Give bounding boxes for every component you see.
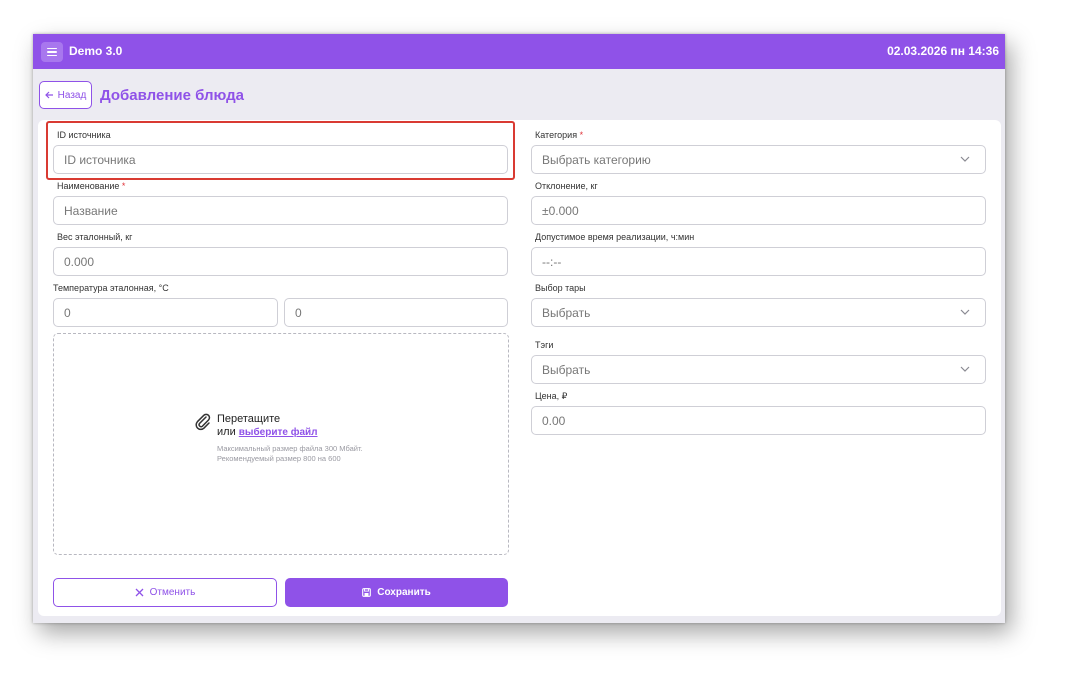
save-button-label: Сохранить: [377, 587, 431, 598]
paperclip-icon: [195, 413, 211, 431]
tags-select-value: Выбрать: [542, 362, 591, 377]
category-select[interactable]: Выбрать категорию: [531, 145, 986, 174]
temperature-min-input[interactable]: 0: [53, 298, 278, 327]
datetime: 02.03.2026 пн 14:36: [887, 44, 999, 58]
upload-title: Перетащите: [217, 413, 281, 425]
top-bar: Demo 3.0 02.03.2026 пн 14:36: [33, 34, 1005, 69]
page-title: Добавление блюда: [100, 87, 245, 104]
cancel-button-label: Отменить: [149, 587, 196, 598]
chevron-down-icon: [960, 309, 970, 315]
container-select[interactable]: Выбрать: [531, 298, 986, 327]
price-input[interactable]: 0.00: [531, 406, 986, 435]
upload-hint: Максимальный размер файла 300 Мбайт. Рек…: [217, 444, 363, 463]
price-label: Цена, ₽: [535, 391, 568, 401]
upload-or-text: или: [217, 426, 236, 438]
app-title: Demo 3.0: [69, 44, 123, 58]
menu-icon[interactable]: [41, 42, 63, 62]
app-window: Demo 3.0 02.03.2026 пн 14:36 Назад Добав…: [33, 34, 1005, 623]
arrow-left-icon: [44, 91, 53, 99]
highlight-frame: [46, 121, 515, 180]
category-select-value: Выбрать категорию: [542, 152, 651, 167]
form-card: ID источника ID источника Наименование *…: [38, 120, 1001, 616]
deviation-label: Отклонение, кг: [535, 181, 598, 191]
back-button[interactable]: Назад: [39, 81, 92, 109]
chevron-down-icon: [960, 156, 970, 162]
name-label: Наименование *: [57, 181, 126, 191]
choose-file-link[interactable]: выберите файл: [239, 427, 318, 438]
deviation-input[interactable]: ±0.000: [531, 196, 986, 225]
cancel-button[interactable]: Отменить: [53, 578, 277, 607]
category-label: Категория *: [535, 130, 584, 140]
close-icon: [135, 588, 144, 597]
container-label: Выбор тары: [535, 283, 586, 293]
sale-time-label: Допустимое время реализации, ч:мин: [535, 232, 695, 242]
weight-label: Вес эталонный, кг: [57, 232, 133, 242]
save-icon: [362, 588, 372, 597]
temperature-max-input[interactable]: 0: [284, 298, 508, 327]
upload-dropzone[interactable]: Перетащите или выберите файл Максимальны…: [53, 333, 509, 555]
back-button-label: Назад: [57, 89, 87, 101]
sale-time-input[interactable]: --:--: [531, 247, 986, 276]
tags-label: Тэги: [535, 340, 554, 350]
chevron-down-icon: [960, 366, 970, 372]
weight-input[interactable]: 0.000: [53, 247, 508, 276]
name-input[interactable]: Название: [53, 196, 508, 225]
container-select-value: Выбрать: [542, 305, 591, 320]
tags-select[interactable]: Выбрать: [531, 355, 986, 384]
upload-or-line: или выберите файл: [217, 426, 318, 438]
temperature-label: Температура эталонная, °C: [53, 283, 169, 293]
save-button[interactable]: Сохранить: [285, 578, 508, 607]
